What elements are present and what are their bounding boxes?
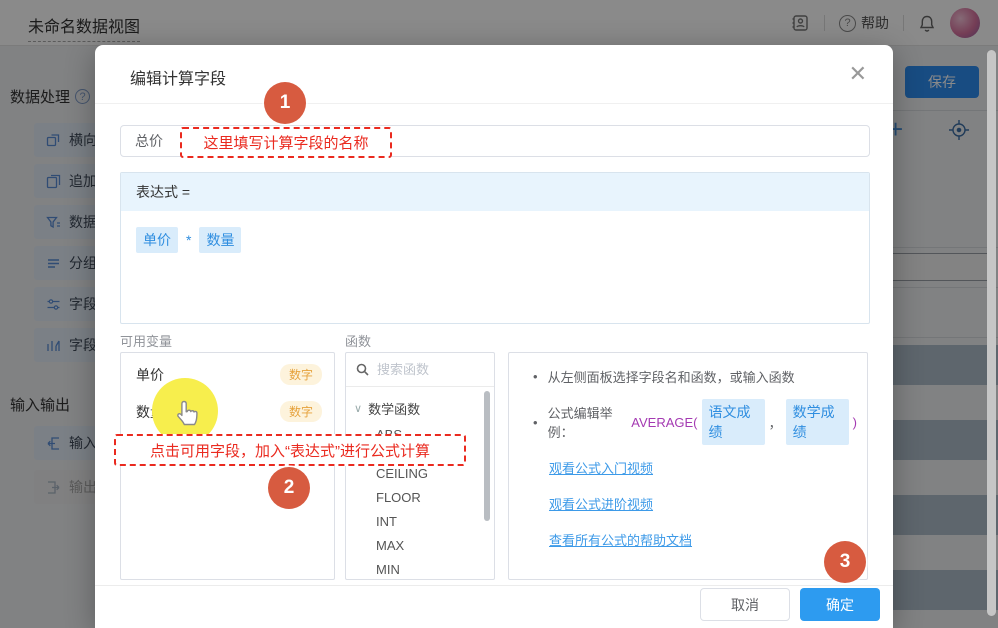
divider <box>95 585 893 586</box>
app-window: 未命名数据视图 ? 帮助 <box>0 0 998 628</box>
type-badge: 数字 <box>280 401 322 422</box>
function-list-scrollbar[interactable] <box>484 391 490 521</box>
tips-panel: • 从左侧面板选择字段名和函数，或输入函数 • 公式编辑举例：AVERAGE( … <box>508 352 868 580</box>
expression-field-chip[interactable]: 单价 <box>136 227 178 253</box>
tip-text: 从左侧面板选择字段名和函数，或输入函数 <box>548 367 795 386</box>
divider <box>95 103 893 104</box>
annotation-note-field-name: 这里填写计算字段的名称 <box>180 127 392 158</box>
search-icon <box>356 363 369 376</box>
confirm-button[interactable]: 确定 <box>800 588 880 621</box>
example-function-name: AVERAGE( <box>631 415 697 430</box>
available-vars-label: 可用变量 <box>120 331 172 350</box>
functions-label: 函数 <box>345 331 371 350</box>
page-scrollbar[interactable] <box>987 50 996 616</box>
step-badge-2: 2 <box>268 467 310 509</box>
function-item[interactable]: FLOOR <box>346 490 494 505</box>
type-badge: 数字 <box>280 364 322 385</box>
variable-row[interactable]: 单价 数字 <box>121 359 334 390</box>
bullet-icon: • <box>533 369 538 384</box>
close-icon[interactable]: ✕ <box>849 63 867 85</box>
example-field-chip: 数学成绩 <box>786 399 849 445</box>
example-comma: ， <box>769 413 782 432</box>
function-search[interactable] <box>346 353 494 387</box>
step-badge-1: 1 <box>264 82 306 124</box>
expression-operator: * <box>186 232 191 248</box>
annotation-note-click-field: 点击可用字段，加入“表达式”进行公式计算 <box>114 434 466 466</box>
example-close-paren: ) <box>853 415 857 430</box>
expression-field-chip[interactable]: 数量 <box>199 227 241 253</box>
functions-panel: ∨ 数学函数 ABS CEILING FLOOR INT MAX MIN <box>345 352 495 580</box>
chevron-down-icon: ∨ <box>354 402 362 415</box>
link-formula-help-docs[interactable]: 查看所有公式的帮助文档 <box>549 530 857 549</box>
expression-label: 表达式 = <box>121 173 869 211</box>
function-item[interactable]: MAX <box>346 538 494 553</box>
hand-cursor-icon <box>175 399 201 429</box>
dialog-title: 编辑计算字段 <box>130 65 226 89</box>
example-field-chip: 语文成绩 <box>702 399 765 445</box>
bullet-icon: • <box>533 415 538 430</box>
expression-editor[interactable]: 表达式 = 单价 * 数量 <box>120 172 870 324</box>
function-item[interactable]: CEILING <box>346 466 494 481</box>
function-item[interactable]: MIN <box>346 562 494 577</box>
function-group-label: 数学函数 <box>368 399 420 418</box>
function-group[interactable]: ∨ 数学函数 <box>346 387 494 418</box>
function-item[interactable]: INT <box>346 514 494 529</box>
tip-example-prefix: 公式编辑举例： <box>548 403 628 441</box>
cancel-button[interactable]: 取消 <box>700 588 790 621</box>
variable-name: 单价 <box>136 365 164 385</box>
function-search-input[interactable] <box>377 362 467 377</box>
link-formula-intro-video[interactable]: 观看公式入门视频 <box>549 458 857 477</box>
link-formula-advanced-video[interactable]: 观看公式进阶视频 <box>549 494 857 513</box>
available-vars-panel: 单价 数字 数量 数字 <box>120 352 335 580</box>
step-badge-3: 3 <box>824 541 866 583</box>
